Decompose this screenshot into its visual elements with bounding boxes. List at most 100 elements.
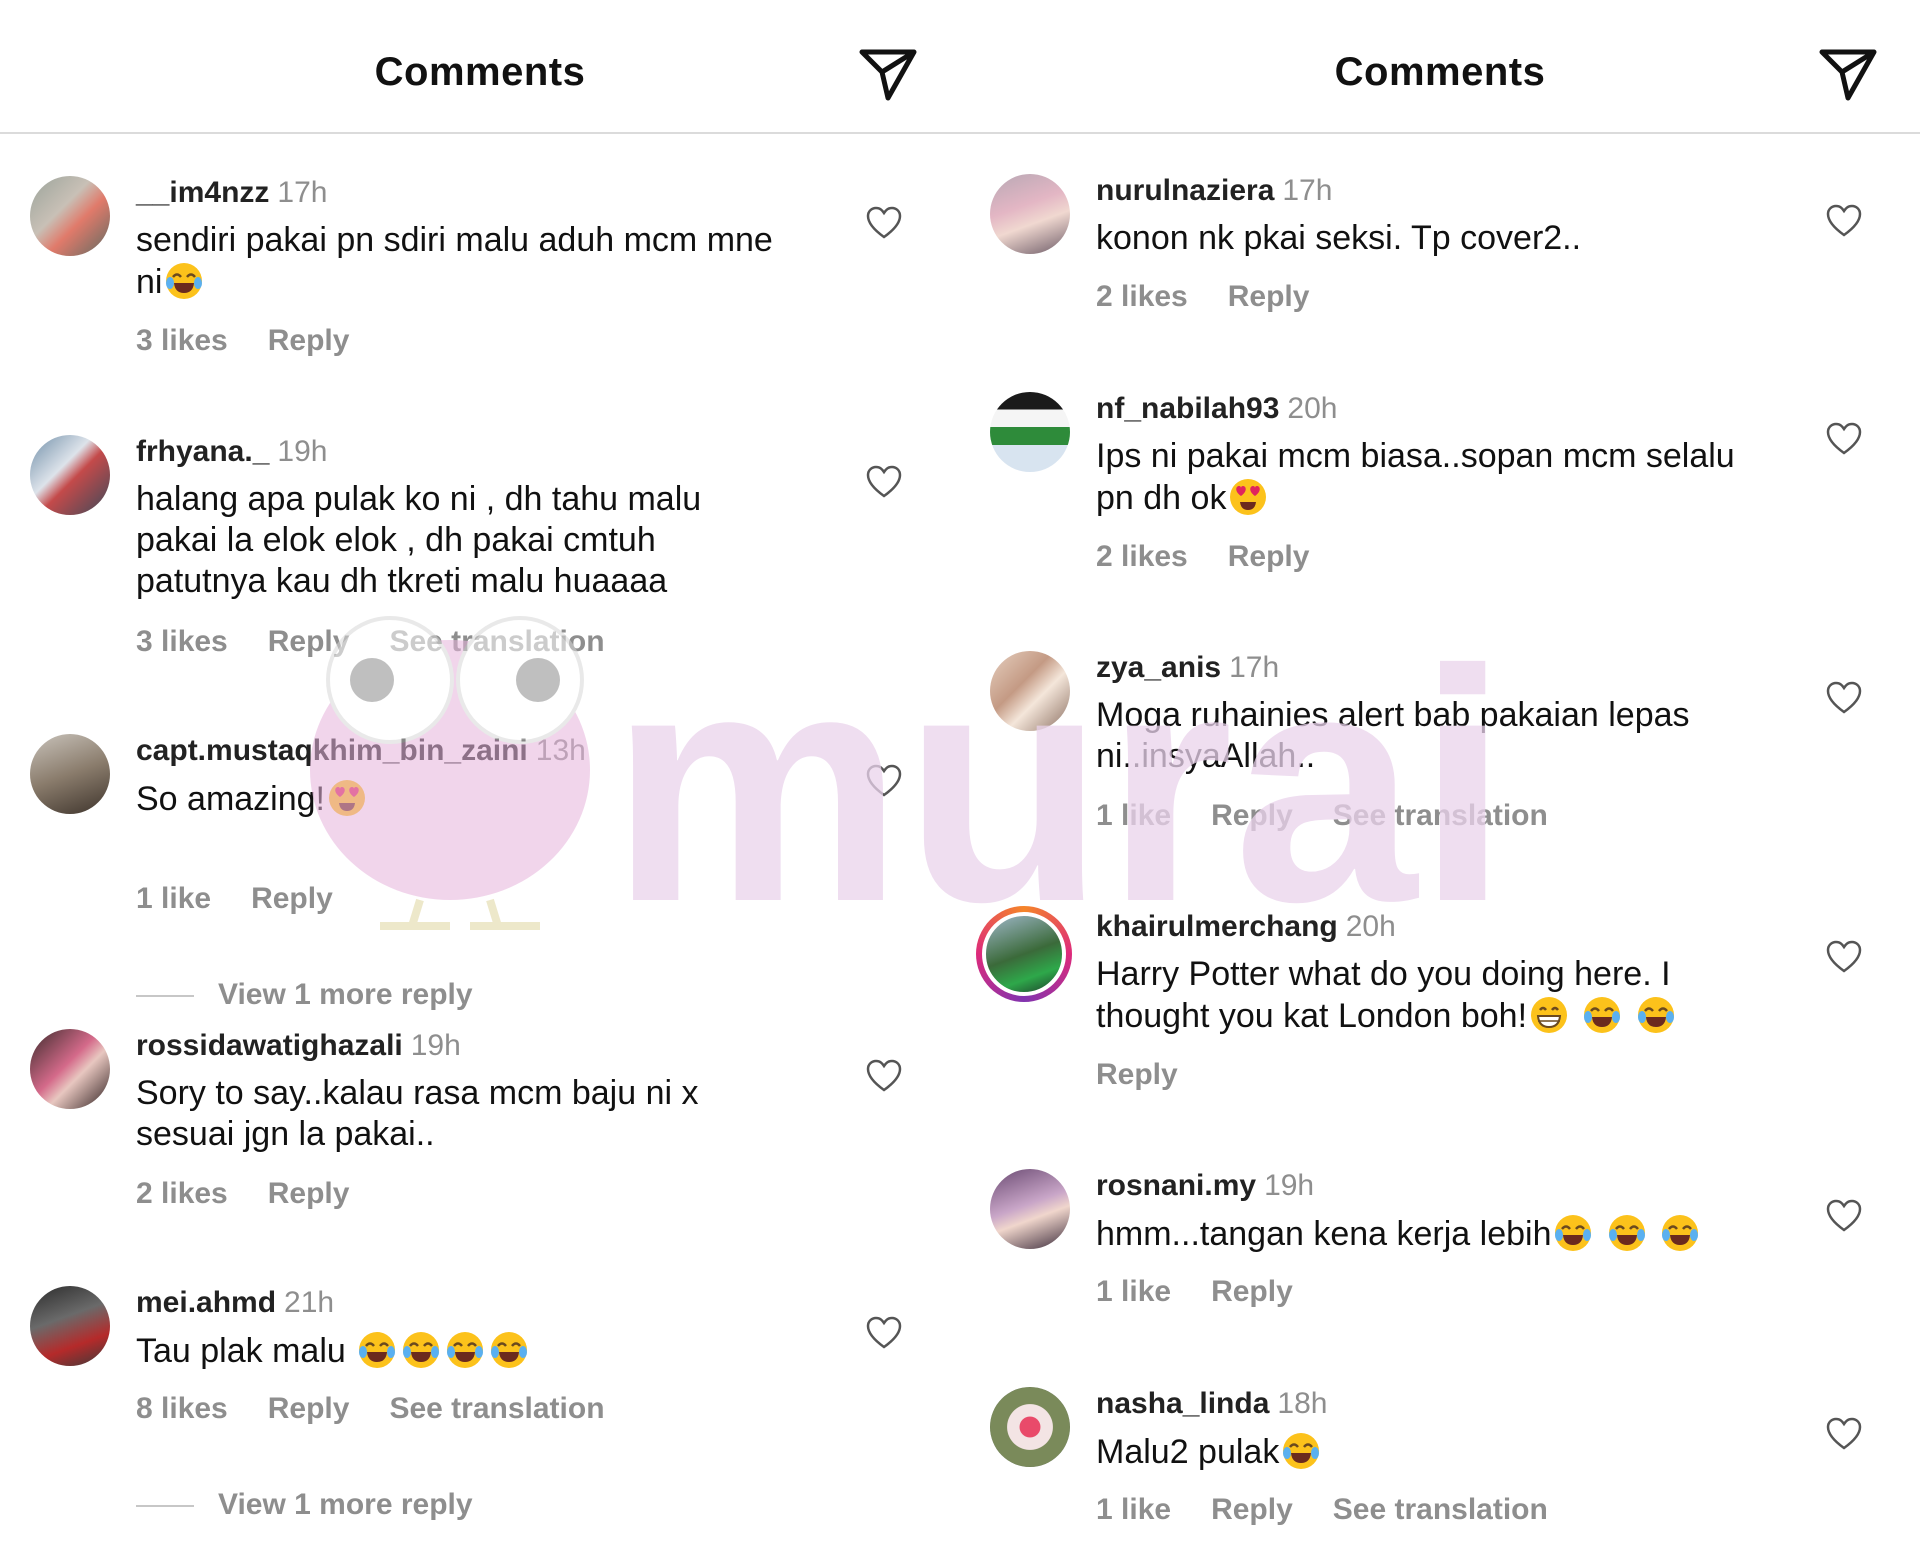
- comment-timestamp: 20h: [1287, 392, 1338, 425]
- reply-button[interactable]: Reply: [251, 882, 333, 915]
- reply-button[interactable]: Reply: [1211, 1275, 1293, 1308]
- reply-button[interactable]: Reply: [1096, 1058, 1178, 1091]
- comment-username[interactable]: khairulmerchang: [1096, 910, 1338, 943]
- reply-divider: [136, 1505, 194, 1508]
- see-translation-link[interactable]: See translation: [1333, 1493, 1548, 1526]
- comment-username[interactable]: __im4nzz: [136, 176, 269, 209]
- reply-button[interactable]: Reply: [1228, 540, 1310, 573]
- see-translation-link[interactable]: See translation: [389, 1392, 604, 1425]
- laugh-cry-emoji-icon: [359, 1332, 396, 1368]
- avatar[interactable]: [30, 1029, 110, 1109]
- likes-count[interactable]: 2 likes: [136, 1177, 228, 1210]
- comments-pane-right: Comments nurulnaziera 17h konon nk pkai s…: [960, 0, 1920, 1555]
- laugh-cry-emoji-icon: [1637, 997, 1674, 1033]
- heart-outline-icon[interactable]: [866, 1316, 902, 1350]
- avatar[interactable]: [990, 651, 1070, 731]
- comments-pane-left: Comments __im4nzz 17h sendiri pakai pn sd…: [0, 0, 960, 1555]
- comment-text: Tau plak malu: [136, 1330, 776, 1372]
- comment-username[interactable]: zya_anis: [1096, 651, 1221, 684]
- heart-eyes-emoji-icon: [1230, 479, 1267, 515]
- comment-username[interactable]: mei.ahmd: [136, 1286, 276, 1319]
- avatar[interactable]: [30, 435, 110, 515]
- reply-button[interactable]: Reply: [1228, 280, 1310, 313]
- reply-button[interactable]: Reply: [268, 625, 350, 658]
- likes-count[interactable]: 2 likes: [1096, 540, 1188, 573]
- heart-eyes-emoji-icon: [329, 780, 365, 816]
- heart-outline-icon[interactable]: [1826, 204, 1862, 238]
- comments-header: Comments: [0, 0, 960, 134]
- likes-count[interactable]: 1 like: [136, 882, 211, 915]
- avatar[interactable]: [990, 392, 1070, 472]
- comment-timestamp: 17h: [1282, 174, 1333, 207]
- reply-divider: [136, 995, 194, 998]
- avatar[interactable]: [30, 734, 110, 814]
- comments-header: Comments: [960, 0, 1920, 134]
- comment-text: sendiri pakai pn sdiri malu aduh mcm mne…: [136, 221, 773, 301]
- paper-plane-icon[interactable]: [858, 46, 918, 102]
- reply-button[interactable]: Reply: [268, 1392, 350, 1425]
- comment-text: Moga ruhainies alert bab pakaian lepas n…: [1096, 696, 1690, 775]
- comment-timestamp: 17h: [1229, 651, 1280, 684]
- likes-count[interactable]: 1 like: [1096, 799, 1171, 832]
- heart-outline-icon[interactable]: [1826, 681, 1862, 715]
- comment-username[interactable]: rosnani.my: [1096, 1169, 1256, 1202]
- comment-username[interactable]: nasha_linda: [1096, 1387, 1269, 1420]
- heart-outline-icon[interactable]: [1826, 1199, 1862, 1233]
- comment-username[interactable]: capt.mustaqkhim_bin_zaini: [136, 734, 528, 767]
- laugh-cry-emoji-icon: [491, 1332, 528, 1368]
- comment-username[interactable]: nf_nabilah93: [1096, 392, 1279, 425]
- laugh-cry-emoji-icon: [1584, 997, 1621, 1033]
- comment-text: hmm...tangan kena kerja lebih: [1096, 1213, 1736, 1255]
- avatar[interactable]: [990, 174, 1070, 254]
- avatar-story-ring[interactable]: [976, 906, 1072, 1002]
- comment-text: Harry Potter what do you doing here. I t…: [1096, 954, 1736, 1037]
- view-more-replies-button[interactable]: View 1 more reply: [136, 1488, 473, 1522]
- laugh-cry-emoji-icon: [403, 1332, 440, 1368]
- heart-outline-icon[interactable]: [1826, 940, 1862, 974]
- comment-timestamp: 19h: [1264, 1169, 1315, 1202]
- heart-outline-icon[interactable]: [1826, 422, 1862, 456]
- heart-outline-icon[interactable]: [866, 1059, 902, 1093]
- likes-count[interactable]: 3 likes: [136, 324, 228, 357]
- laugh-cry-emoji-icon: [1608, 1215, 1645, 1251]
- avatar[interactable]: [990, 1169, 1070, 1249]
- comment-timestamp: 19h: [410, 1029, 461, 1062]
- reply-button[interactable]: Reply: [1211, 799, 1293, 832]
- likes-count[interactable]: 2 likes: [1096, 280, 1188, 313]
- avatar[interactable]: [30, 176, 110, 256]
- comment-username[interactable]: rossidawatighazali: [136, 1029, 403, 1062]
- comment-text: Malu2 pulak: [1096, 1431, 1736, 1473]
- laugh-cry-emoji-icon: [447, 1332, 484, 1368]
- likes-count[interactable]: 1 like: [1096, 1275, 1171, 1308]
- likes-count[interactable]: 1 like: [1096, 1493, 1171, 1526]
- heart-outline-icon[interactable]: [866, 764, 902, 798]
- likes-count[interactable]: 3 likes: [136, 625, 228, 658]
- avatar[interactable]: [30, 1286, 110, 1366]
- likes-count[interactable]: 8 likes: [136, 1392, 228, 1425]
- heart-outline-icon[interactable]: [866, 206, 902, 240]
- comment-timestamp: 19h: [277, 435, 328, 468]
- see-translation-link[interactable]: See translation: [389, 625, 604, 658]
- reply-button[interactable]: Reply: [1211, 1493, 1293, 1526]
- avatar[interactable]: [990, 1387, 1070, 1467]
- heart-outline-icon[interactable]: [1826, 1417, 1862, 1451]
- comment-username[interactable]: frhyana._: [136, 435, 269, 468]
- comment-timestamp: 21h: [284, 1286, 335, 1319]
- laugh-cry-emoji-icon: [166, 263, 203, 299]
- laugh-cry-emoji-icon: [1283, 1433, 1320, 1469]
- page-title: Comments: [1334, 50, 1546, 94]
- reply-button[interactable]: Reply: [268, 324, 350, 357]
- reply-button[interactable]: Reply: [268, 1177, 350, 1210]
- paper-plane-icon[interactable]: [1818, 46, 1878, 102]
- comment-timestamp: 18h: [1277, 1387, 1328, 1420]
- comment-timestamp: 20h: [1345, 910, 1396, 943]
- heart-outline-icon[interactable]: [866, 465, 902, 499]
- comment-text: Sory to say..kalau rasa mcm baju ni x se…: [136, 1074, 699, 1153]
- comment-text: halang apa pulak ko ni , dh tahu malu pa…: [136, 480, 702, 600]
- avatar: [982, 912, 1066, 996]
- see-translation-link[interactable]: See translation: [1333, 799, 1548, 832]
- comment-text: konon nk pkai seksi. Tp cover2..: [1096, 219, 1582, 257]
- comment-username[interactable]: nurulnaziera: [1096, 174, 1274, 207]
- laugh-cry-emoji-icon: [1555, 1215, 1592, 1251]
- view-more-replies-button[interactable]: View 1 more reply: [136, 978, 473, 1012]
